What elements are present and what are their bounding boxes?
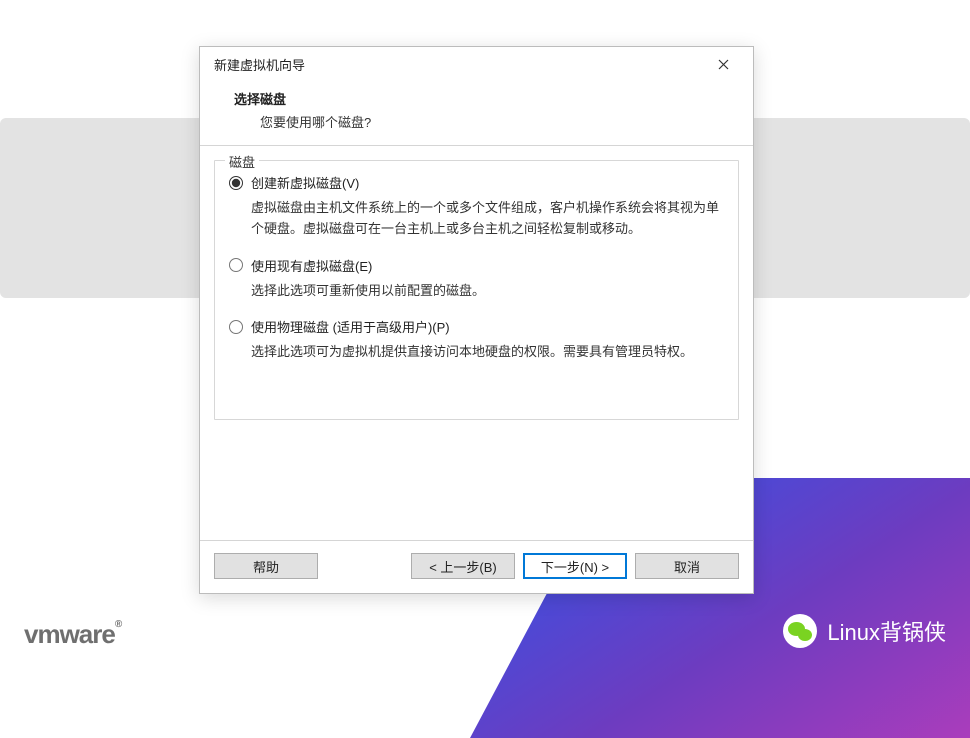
vmware-logo: vmware® xyxy=(24,619,121,650)
wizard-dialog: 新建虚拟机向导 选择磁盘 您要使用哪个磁盘? 磁盘 创建新虚拟磁盘(V) 虚拟磁… xyxy=(199,46,754,594)
page-subheading: 您要使用哪个磁盘? xyxy=(224,112,729,131)
option-label: 使用现有虚拟磁盘(E) xyxy=(251,256,372,275)
option-label: 创建新虚拟磁盘(V) xyxy=(251,173,359,192)
option-label: 使用物理磁盘 (适用于高级用户)(P) xyxy=(251,317,450,336)
option-description: 选择此选项可为虚拟机提供直接访问本地硬盘的权限。需要具有管理员特权。 xyxy=(251,342,724,363)
help-button[interactable]: 帮助 xyxy=(214,553,318,579)
fieldset-legend: 磁盘 xyxy=(225,152,259,171)
option-create-new-disk[interactable]: 创建新虚拟磁盘(V) 虚拟磁盘由主机文件系统上的一个或多个文件组成，客户机操作系… xyxy=(229,173,724,240)
radio-physical-disk[interactable] xyxy=(229,320,243,334)
radio-existing-disk[interactable] xyxy=(229,258,243,272)
disk-fieldset: 磁盘 创建新虚拟磁盘(V) 虚拟磁盘由主机文件系统上的一个或多个文件组成，客户机… xyxy=(214,160,739,420)
wechat-icon xyxy=(783,614,817,648)
close-icon xyxy=(718,59,729,70)
close-button[interactable] xyxy=(703,50,743,78)
dialog-title: 新建虚拟机向导 xyxy=(214,55,305,74)
option-physical-disk[interactable]: 使用物理磁盘 (适用于高级用户)(P) 选择此选项可为虚拟机提供直接访问本地硬盘… xyxy=(229,317,724,363)
dialog-body: 磁盘 创建新虚拟磁盘(V) 虚拟磁盘由主机文件系统上的一个或多个文件组成，客户机… xyxy=(200,146,753,540)
button-bar: 帮助 < 上一步(B) 下一步(N) > 取消 xyxy=(200,540,753,593)
wechat-text: Linux背锅侠 xyxy=(827,615,946,647)
page-heading: 选择磁盘 xyxy=(224,89,729,108)
option-existing-disk[interactable]: 使用现有虚拟磁盘(E) 选择此选项可重新使用以前配置的磁盘。 xyxy=(229,256,724,302)
option-description: 选择此选项可重新使用以前配置的磁盘。 xyxy=(251,281,724,302)
wechat-badge: Linux背锅侠 xyxy=(783,614,946,648)
option-description: 虚拟磁盘由主机文件系统上的一个或多个文件组成，客户机操作系统会将其视为单个硬盘。… xyxy=(251,198,724,240)
next-button[interactable]: 下一步(N) > xyxy=(523,553,627,579)
titlebar: 新建虚拟机向导 xyxy=(200,47,753,81)
radio-create-new-disk[interactable] xyxy=(229,176,243,190)
dialog-header: 选择磁盘 您要使用哪个磁盘? xyxy=(200,81,753,146)
back-button[interactable]: < 上一步(B) xyxy=(411,553,515,579)
cancel-button[interactable]: 取消 xyxy=(635,553,739,579)
